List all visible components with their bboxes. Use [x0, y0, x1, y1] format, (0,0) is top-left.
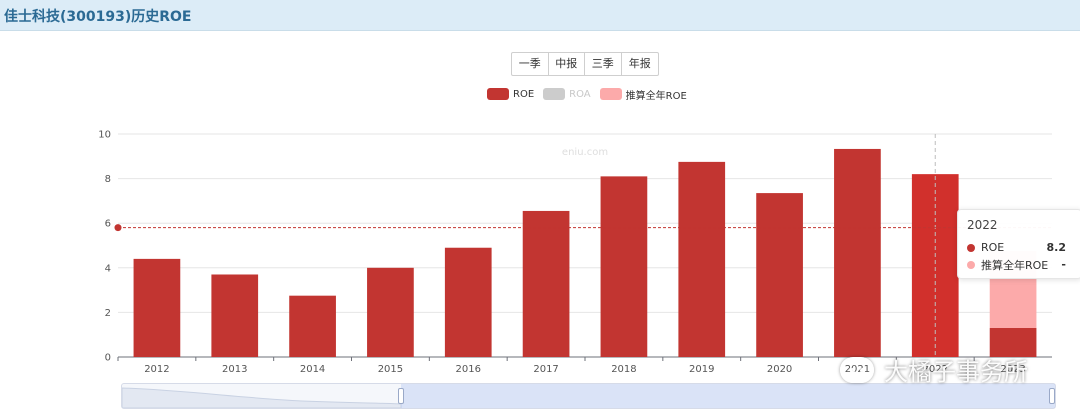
y-tick-label-8: 8 [105, 174, 111, 185]
y-tick-label-2: 2 [105, 308, 111, 319]
chart-tooltip: 2022 ROE 8.2 推算全年ROE - [957, 209, 1080, 279]
bar-roe-2021 [834, 148, 881, 357]
x-tick-label-2012: 2012 [144, 364, 169, 375]
tooltip-row-roe: ROE 8.2 [967, 239, 1072, 256]
wechat-watermark: 大橘子事务所 [840, 352, 1028, 387]
x-tick-label-2016: 2016 [456, 364, 481, 375]
bar-roe-2013 [211, 274, 259, 357]
x-tick-label-2017: 2017 [533, 364, 558, 375]
tooltip-dot-roe [967, 243, 975, 252]
y-tick-label-10: 10 [98, 130, 111, 141]
x-tick-label-2013: 2013 [222, 364, 247, 375]
tooltip-dot-projected-roe [967, 260, 975, 269]
bar-roe-2015 [367, 267, 414, 357]
y-tick-label-4: 4 [105, 263, 111, 274]
tooltip-value-roe: 8.2 [1046, 241, 1067, 254]
watermark-text: 大橘子事务所 [884, 358, 1028, 386]
y-tick-label-0: 0 [105, 353, 111, 364]
bar-roe-2022 [911, 174, 959, 357]
bar-roe-2020 [756, 193, 803, 357]
bar-roe-2017 [522, 210, 570, 357]
bar-roe-2016 [444, 247, 492, 357]
y-tick-label-6: 6 [105, 219, 111, 230]
tooltip-row-projected-roe: 推算全年ROE - [967, 256, 1072, 273]
wechat-icon [840, 356, 874, 383]
tooltip-name-projected-roe: 推算全年ROE [981, 258, 1049, 272]
average-line-marker [114, 224, 122, 232]
x-tick-label-2014: 2014 [300, 364, 325, 375]
x-tick-label-2020: 2020 [767, 364, 792, 375]
x-tick-label-2019: 2019 [689, 364, 714, 375]
chart-watermark: eniu.com [562, 147, 608, 158]
bar-roe-2018 [600, 176, 648, 357]
bar-roe-2014 [289, 295, 336, 357]
tooltip-name-roe: ROE [981, 241, 1005, 254]
tooltip-value-projected-roe: - [1061, 258, 1066, 271]
bar-roe-2019 [678, 161, 726, 357]
bar-roe-2012 [133, 258, 181, 357]
slider-left-handle[interactable] [398, 388, 404, 404]
slider-selected-range[interactable] [401, 384, 1055, 408]
slider-right-handle[interactable] [1049, 388, 1055, 404]
tooltip-title: 2022 [967, 218, 998, 232]
x-tick-label-2015: 2015 [378, 364, 403, 375]
x-tick-label-2018: 2018 [611, 364, 636, 375]
